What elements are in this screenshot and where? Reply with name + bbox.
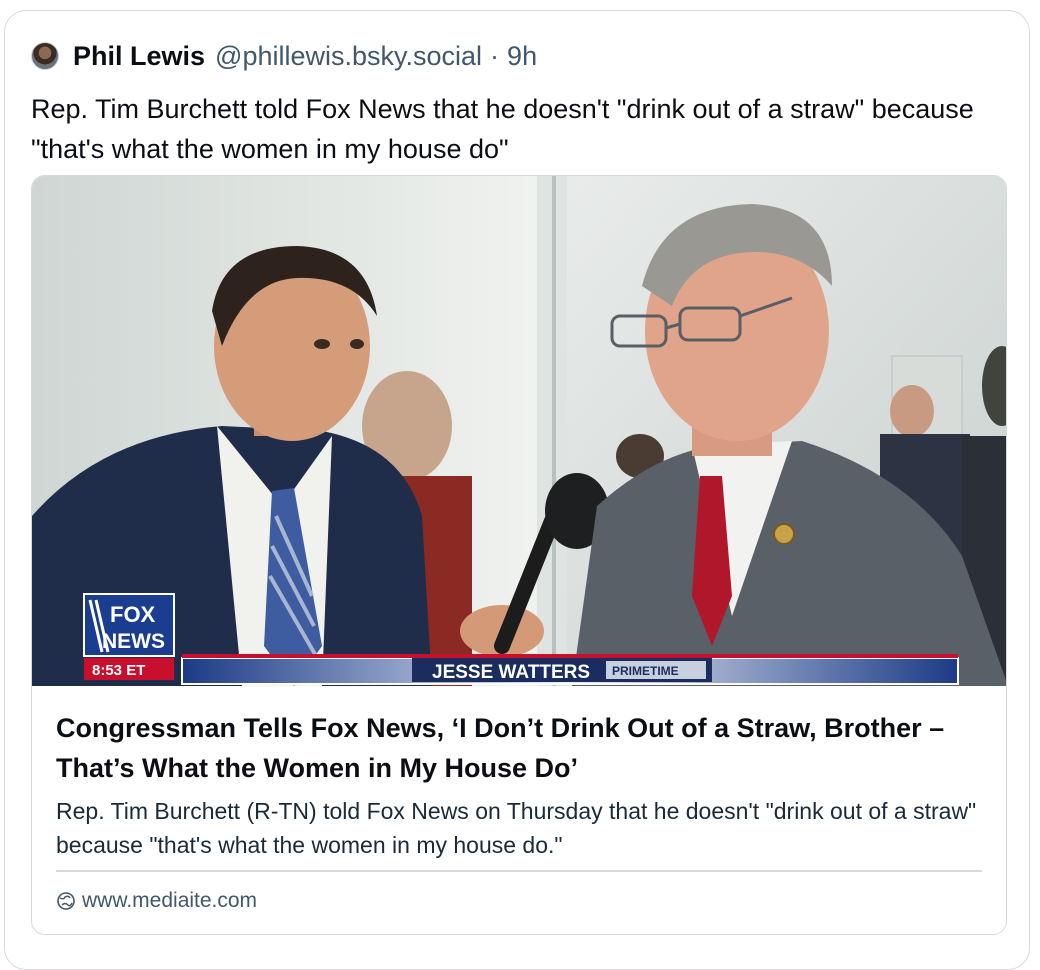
show-tag: PRIMETIME [612, 664, 679, 678]
post-header: Phil Lewis @phillewis.bsky.social · 9h [31, 39, 537, 73]
post-card[interactable]: Phil Lewis @phillewis.bsky.social · 9h R… [4, 10, 1030, 970]
link-domain[interactable]: www.mediaite.com [56, 886, 257, 916]
time-badge: 8:53 ET [92, 662, 145, 679]
link-preview-card[interactable]: JESSE WATTERS PRIMETIME FOX NEWS 8:53 ET… [31, 175, 1007, 935]
author-display-name[interactable]: Phil Lewis [73, 41, 205, 72]
card-divider [56, 870, 982, 872]
link-domain-text[interactable]: www.mediaite.com [82, 889, 257, 913]
fox-logo-bottom: NEWS [102, 630, 165, 653]
post-text: Rep. Tim Burchett told Fox News that he … [31, 94, 974, 164]
fox-news-logo: FOX NEWS 8:53 ET [83, 593, 175, 680]
post-timestamp[interactable]: 9h [507, 41, 537, 72]
show-name: JESSE WATTERS [432, 662, 590, 683]
link-thumbnail[interactable]: JESSE WATTERS PRIMETIME FOX NEWS 8:53 ET [32, 176, 1006, 686]
globe-icon [57, 892, 75, 910]
separator-dot: · [490, 40, 500, 71]
link-title[interactable]: Congressman Tells Fox News, ‘I Don’t Dri… [56, 708, 986, 788]
fox-logo-top: FOX [110, 602, 156, 627]
link-description: Rep. Tim Burchett (R-TN) told Fox News o… [56, 798, 977, 858]
author-handle[interactable]: @phillewis.bsky.social [215, 41, 482, 72]
author-avatar[interactable] [31, 42, 59, 70]
